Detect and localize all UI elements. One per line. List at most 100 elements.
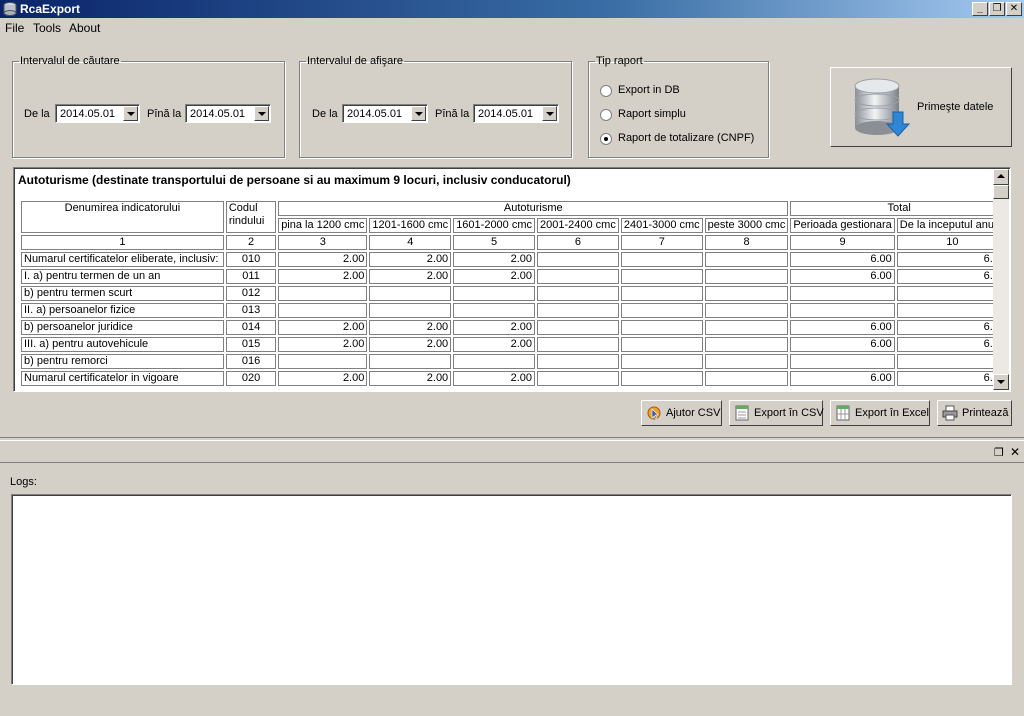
row-value-cell xyxy=(704,269,789,284)
chevron-down-icon[interactable] xyxy=(254,106,269,121)
report-view[interactable]: Autoturisme (destinate transportului de … xyxy=(13,167,1011,392)
fetch-data-button[interactable]: Primeşte datele xyxy=(830,67,1012,147)
row-value-cell xyxy=(537,337,619,352)
column-number: 6 xyxy=(537,235,619,250)
row-value-cell xyxy=(620,371,703,386)
fetch-data-label: Primeşte datele xyxy=(917,101,994,113)
row-value-cell xyxy=(453,303,536,318)
row-indicator-cell: b) persoanelor juridice xyxy=(21,320,224,335)
radio-indicator-selected[interactable] xyxy=(600,133,612,145)
search-to-date-picker[interactable]: 2014.05.01 xyxy=(185,104,271,123)
print-button[interactable]: Printează xyxy=(937,400,1012,426)
chevron-down-icon[interactable] xyxy=(411,106,426,121)
menu-bar: File Tools About xyxy=(0,19,1024,37)
row-value-cell xyxy=(620,354,703,369)
search-interval-legend: Intervalul de căutare xyxy=(20,55,120,67)
row-value-cell: 2.00 xyxy=(369,337,452,352)
export-csv-button[interactable]: Export în CSV xyxy=(729,400,824,426)
row-code-cell: 016 xyxy=(225,354,277,369)
row-code-cell: 010 xyxy=(225,252,277,267)
row-value-cell xyxy=(537,354,619,369)
row-value-cell xyxy=(537,269,619,284)
database-download-icon xyxy=(854,78,911,137)
row-value-cell: 2.00 xyxy=(369,371,452,386)
display-to-value: 2014.05.01 xyxy=(478,108,534,120)
row-code-cell: 014 xyxy=(225,320,277,335)
row-indicator-cell: III. a) pentru autovehicule xyxy=(21,337,224,352)
row-value-cell xyxy=(896,354,1008,369)
search-from-date-picker[interactable]: 2014.05.01 xyxy=(55,104,140,123)
display-from-date-picker[interactable]: 2014.05.01 xyxy=(342,104,428,123)
export-csv-label: Export în CSV xyxy=(754,407,824,419)
display-to-label: Pînă la xyxy=(435,108,470,120)
row-value-cell xyxy=(790,354,895,369)
display-to-date-picker[interactable]: 2014.05.01 xyxy=(473,104,559,123)
panel-splitter[interactable] xyxy=(0,437,1024,441)
dock-float-icon[interactable]: ❐ xyxy=(994,446,1004,459)
row-code-cell: 015 xyxy=(225,337,277,352)
csv-help-button[interactable]: Ajutor CSV xyxy=(641,400,722,426)
radio-indicator[interactable] xyxy=(600,109,612,121)
scroll-down-icon[interactable] xyxy=(993,374,1009,390)
report-scrollbar[interactable] xyxy=(993,169,1009,390)
table-row: II. a) persoanelor fizice 013 xyxy=(21,303,1008,318)
table-row: b) persoanelor juridice 014 2.00 2.00 2.00 6.… xyxy=(21,320,1008,335)
row-indicator-cell: I. a) pentru termen de un an xyxy=(21,269,224,284)
row-value-cell xyxy=(453,354,536,369)
row-value-cell: 2.00 xyxy=(278,371,368,386)
scroll-up-icon[interactable] xyxy=(993,169,1009,185)
radio-indicator[interactable] xyxy=(600,85,612,97)
window-title: RcaExport xyxy=(20,2,81,16)
row-value-cell: 6.00 xyxy=(896,371,1008,386)
radio-simple-report-label: Raport simplu xyxy=(618,108,686,120)
row-value-cell xyxy=(620,269,703,284)
row-value-cell xyxy=(896,303,1008,318)
column-number: 4 xyxy=(369,235,452,250)
scroll-thumb[interactable] xyxy=(993,185,1009,199)
row-value-cell xyxy=(278,303,368,318)
row-value-cell xyxy=(453,286,536,301)
row-value-cell xyxy=(790,286,895,301)
row-value-cell: 2.00 xyxy=(369,269,452,284)
row-value-cell xyxy=(537,303,619,318)
header-group-autoturisme: Autoturisme xyxy=(278,201,789,216)
row-value-cell xyxy=(620,320,703,335)
logs-label: Logs: xyxy=(10,476,37,488)
row-value-cell xyxy=(704,337,789,352)
export-excel-label: Export în Excel xyxy=(855,407,929,419)
row-value-cell: 2.00 xyxy=(453,269,536,284)
csv-file-icon xyxy=(735,405,749,421)
header-code: Codul rindului xyxy=(225,201,277,233)
logs-textarea[interactable] xyxy=(11,494,1012,685)
row-indicator-cell: II. a) persoanelor fizice xyxy=(21,303,224,318)
menu-about[interactable]: About xyxy=(69,21,100,35)
subheader-cell: pina la 1200 cmc xyxy=(278,218,368,233)
row-code-cell: 011 xyxy=(225,269,277,284)
table-row: Numarul certificatelor in vigoare 020 2.00… xyxy=(21,371,1008,386)
report-type-legend: Tip raport xyxy=(596,55,643,67)
column-number: 2 xyxy=(225,235,277,250)
table-row: I. a) pentru termen de un an 011 2.00 2.00 2… xyxy=(21,269,1008,284)
menu-file[interactable]: File xyxy=(5,21,24,35)
row-value-cell: 6.00 xyxy=(896,320,1008,335)
restore-button[interactable]: ❐ xyxy=(989,2,1005,16)
dock-close-icon[interactable]: ✕ xyxy=(1010,445,1020,459)
export-excel-button[interactable]: Export în Excel xyxy=(830,400,930,426)
row-value-cell xyxy=(704,371,789,386)
column-number-row: 1 2 3 4 5 6 7 8 9 10 xyxy=(21,235,1008,250)
radio-totalization-report-label: Raport de totalizare (CNPF) xyxy=(618,132,755,144)
column-number: 1 xyxy=(21,235,224,250)
print-label: Printează xyxy=(962,407,1009,419)
minimize-button[interactable]: _ xyxy=(972,2,988,16)
column-number: 3 xyxy=(278,235,368,250)
chevron-down-icon[interactable] xyxy=(123,106,138,121)
close-button[interactable]: ✕ xyxy=(1006,2,1022,16)
chevron-down-icon[interactable] xyxy=(542,106,557,121)
search-from-value: 2014.05.01 xyxy=(60,108,116,120)
row-value-cell: 6.00 xyxy=(790,252,895,267)
row-indicator-cell: Numarul certificatelor in vigoare xyxy=(21,371,224,386)
row-code-cell: 020 xyxy=(225,371,277,386)
row-value-cell: 6.00 xyxy=(896,337,1008,352)
menu-tools[interactable]: Tools xyxy=(33,21,61,35)
csv-help-label: Ajutor CSV xyxy=(666,407,721,419)
